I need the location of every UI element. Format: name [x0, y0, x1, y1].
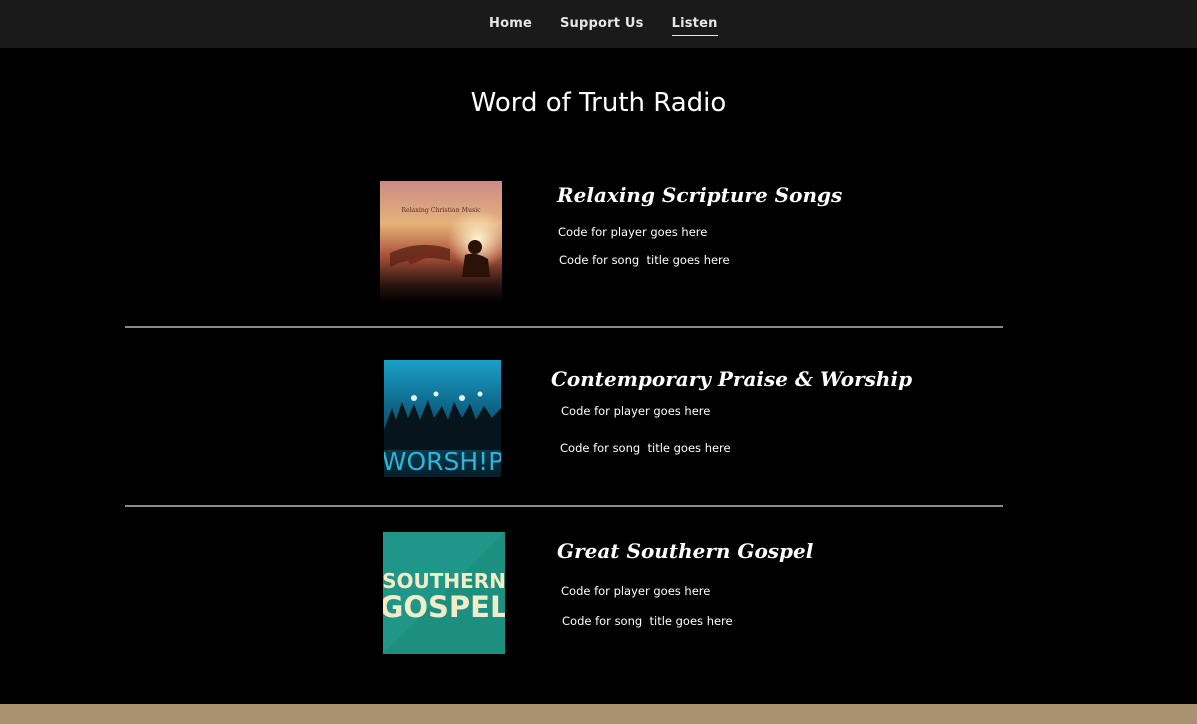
song-title-placeholder-text: Code for song title goes here: [560, 441, 731, 455]
cover-caption: WORSH!P: [384, 447, 501, 476]
page-title: Word of Truth Radio: [470, 88, 727, 118]
cover-caption: Relaxing Christian Music: [401, 207, 481, 214]
station-name-relaxing-scripture-songs: Relaxing Scripture Songs: [557, 183, 843, 207]
top-nav-bar: Home Support Us Listen: [0, 0, 1197, 48]
footer-band: [0, 704, 1197, 724]
station-name-great-southern-gospel: Great Southern Gospel: [557, 539, 814, 563]
nav-links: Home Support Us Listen: [489, 16, 718, 36]
southern-gospel-cover-image: SOUTHERN GOSPEL: [383, 532, 505, 654]
song-title-placeholder-text: Code for song title goes here: [562, 614, 733, 628]
nav-home-link[interactable]: Home: [489, 16, 532, 36]
praise-worship-cover-image: WORSH!P: [384, 360, 501, 477]
player-placeholder-text: Code for player goes here: [561, 584, 711, 598]
station-name-contemporary-praise-worship: Contemporary Praise & Worship: [551, 367, 913, 391]
nav-support-us-link[interactable]: Support Us: [560, 16, 644, 36]
section-divider: [125, 326, 1003, 328]
song-title-placeholder-text: Code for song title goes here: [559, 253, 730, 267]
player-placeholder-text: Code for player goes here: [561, 404, 711, 418]
section-divider: [125, 505, 1003, 507]
cover-caption: GOSPEL: [383, 590, 505, 624]
relaxing-scripture-cover-image: Relaxing Christian Music: [380, 181, 502, 303]
nav-listen-link[interactable]: Listen: [671, 16, 718, 36]
player-placeholder-text: Code for player goes here: [558, 225, 708, 239]
